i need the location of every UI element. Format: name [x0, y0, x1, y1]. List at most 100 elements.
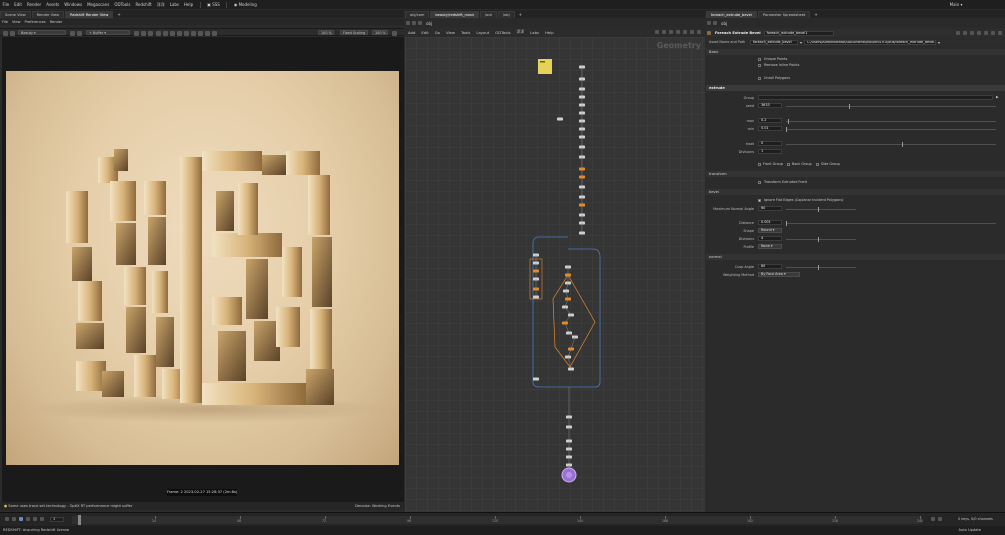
max-normal-angle-slider[interactable]: [786, 207, 856, 212]
pin-icon[interactable]: [977, 31, 981, 35]
grid-icon[interactable]: [205, 30, 210, 36]
inset-field[interactable]: 0: [758, 141, 782, 146]
network-node[interactable]: [533, 377, 539, 381]
cusp-angle-field[interactable]: 60: [758, 264, 782, 269]
menu-file[interactable]: File: [0, 2, 12, 7]
section-normal[interactable]: normal: [706, 254, 1005, 260]
side-group-checkbox[interactable]: [816, 163, 819, 166]
unroll-polygons-checkbox[interactable]: [758, 77, 761, 80]
menu-odtools[interactable]: ODTools: [112, 2, 133, 7]
rv-menu-view[interactable]: View: [10, 20, 23, 24]
node-name-field[interactable]: foreach_extrude_bevel1: [763, 30, 834, 36]
snapshot-dropdown[interactable]: Beauty ▾: [18, 30, 66, 35]
forward-icon[interactable]: [412, 21, 416, 25]
settings-icon[interactable]: [392, 30, 397, 36]
tab-beauty-redshift[interactable]: beauty/redshift_rsrod: [430, 10, 479, 18]
section-bevel[interactable]: bevel: [706, 189, 1005, 195]
section-basic[interactable]: Basic: [706, 49, 1005, 55]
bevel-divisions-slider[interactable]: [786, 237, 856, 242]
rv-menu-render[interactable]: Render: [48, 20, 65, 24]
menu-render[interactable]: Render: [24, 2, 43, 7]
net-menu-custom[interactable]: 洋洋: [514, 29, 528, 35]
front-group-checkbox[interactable]: [758, 163, 761, 166]
ignore-flat-edges-checkbox[interactable]: [758, 199, 761, 202]
range-icon[interactable]: [938, 517, 942, 521]
fixed-scaling-dropdown[interactable]: Fixed Scaling: [340, 30, 368, 35]
net-menu-go[interactable]: Go: [432, 30, 443, 35]
distance-slider[interactable]: [786, 221, 996, 226]
remove-inline-checkbox[interactable]: [758, 64, 761, 67]
play-icon[interactable]: [134, 30, 139, 36]
region-icon[interactable]: [70, 30, 75, 36]
flip-icon[interactable]: [212, 30, 217, 36]
net-menu-tools[interactable]: Tools: [458, 30, 473, 35]
rv-menu-preferences[interactable]: Preferences: [23, 20, 48, 24]
stop-icon[interactable]: [148, 30, 153, 36]
unique-points-checkbox[interactable]: [758, 58, 761, 61]
network-path[interactable]: obj: [423, 21, 432, 26]
step-back-icon[interactable]: [12, 517, 16, 521]
search-icon[interactable]: [984, 31, 988, 35]
back-icon[interactable]: [406, 21, 410, 25]
asset-name-field[interactable]: foreach_extrude_bevel: [750, 39, 798, 45]
tab-obj-cam[interactable]: obj/cam: [405, 10, 430, 18]
info-icon[interactable]: [998, 31, 1002, 35]
menu-custom[interactable]: 洋洋: [154, 2, 167, 8]
current-frame-field[interactable]: 1: [50, 517, 64, 522]
pause-icon[interactable]: [141, 30, 146, 36]
max-normal-angle-field[interactable]: 60: [758, 206, 782, 211]
channel-b-icon[interactable]: [177, 30, 182, 36]
network-node[interactable]: [533, 295, 539, 299]
tab-foreach-extrude-bevel[interactable]: foreach_extrude_bevel: [706, 10, 757, 18]
zoom-field-1[interactable]: 100 %: [318, 30, 334, 35]
tab-redshift-render-view[interactable]: Redshift Render View: [65, 10, 114, 18]
max-field[interactable]: 0.2: [758, 118, 782, 123]
gear-icon[interactable]: [956, 31, 960, 35]
auto-update-dropdown[interactable]: Auto Update: [958, 526, 981, 535]
network-node[interactable]: [579, 231, 585, 235]
menu-edit[interactable]: Edit: [12, 2, 25, 7]
add-tab-icon[interactable]: +: [811, 12, 820, 17]
menu-labs[interactable]: Labs: [167, 2, 181, 7]
param-path[interactable]: obj: [718, 21, 727, 26]
add-tab-icon[interactable]: +: [516, 12, 525, 17]
transform-extruded-checkbox[interactable]: [758, 181, 761, 184]
menu-help[interactable]: Help: [182, 2, 196, 7]
frame-all-icon[interactable]: [669, 30, 673, 34]
tab-parameter-spreadsheet[interactable]: Parameter Spreadsheet: [757, 10, 811, 18]
jump-end-icon[interactable]: [40, 517, 44, 521]
zoom-field-2[interactable]: 100 %: [372, 30, 388, 35]
shape-dropdown[interactable]: Round ▾: [758, 228, 782, 233]
desktop-selector[interactable]: Main ▾: [947, 2, 965, 7]
menu-windows[interactable]: Windows: [62, 2, 85, 7]
orange-network-box[interactable]: [552, 274, 596, 368]
distance-field[interactable]: 0.001: [758, 220, 782, 225]
inset-slider[interactable]: [786, 142, 996, 147]
menu-megascans[interactable]: Megascans: [85, 2, 112, 7]
menu-redshift[interactable]: Redshift: [133, 2, 154, 7]
fit-icon[interactable]: [198, 30, 203, 36]
node-network-editor[interactable]: Geometry: [405, 37, 705, 512]
help-icon[interactable]: [963, 31, 967, 35]
search-icon[interactable]: [683, 30, 687, 34]
asset-path-field[interactable]: C:/Users/Administrator/Documents/houdini…: [804, 39, 937, 45]
channel-a-icon[interactable]: [184, 30, 189, 36]
compare-icon[interactable]: [191, 30, 196, 36]
menu-assets[interactable]: Assets: [44, 2, 62, 7]
display-options-icon[interactable]: [676, 30, 680, 34]
step-forward-icon[interactable]: [33, 517, 37, 521]
section-transform[interactable]: transform: [706, 171, 1005, 177]
jump-start-icon[interactable]: [5, 517, 9, 521]
cusp-angle-slider[interactable]: [786, 265, 856, 270]
net-menu-add[interactable]: Add: [405, 30, 418, 35]
net-menu-odtools[interactable]: ODTools: [492, 30, 513, 35]
wrench-icon[interactable]: [655, 30, 659, 34]
add-tab-icon[interactable]: +: [114, 12, 123, 17]
channel-r-icon[interactable]: [163, 30, 168, 36]
group-field[interactable]: [758, 95, 993, 100]
crop-icon[interactable]: [77, 30, 82, 36]
network-node[interactable]: [557, 117, 563, 121]
tab-obj[interactable]: /obj: [497, 10, 515, 18]
weighting-method-dropdown[interactable]: By Face Area ▾: [758, 272, 800, 277]
seed-slider[interactable]: [786, 104, 996, 109]
